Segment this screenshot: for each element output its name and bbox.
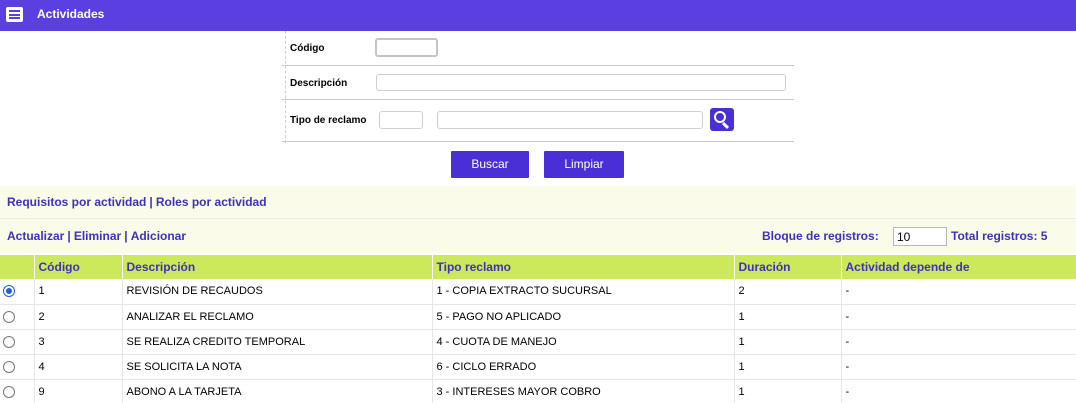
requisitos-link[interactable]: Requisitos por actividad (7, 195, 146, 209)
radio-button[interactable] (3, 310, 15, 323)
table-header-row: Código Descripción Tipo reclamo Duración… (0, 255, 1076, 279)
tipo-reclamo-row: Tipo de reclamo (282, 100, 794, 142)
row-select[interactable] (0, 304, 35, 330)
codigo-label: Código (290, 43, 325, 54)
table-row[interactable]: 4 SE SOLICITA LA NOTA 6 - CICLO ERRADO 1… (0, 354, 1076, 380)
cell-codigo: 3 (34, 329, 123, 355)
radio-button[interactable] (3, 285, 15, 298)
link-separator: | (149, 195, 153, 209)
cell-duracion: 1 (734, 379, 842, 403)
select-header (0, 255, 35, 279)
cell-duracion: 1 (734, 329, 842, 355)
row-select[interactable] (0, 354, 35, 380)
link-separator: | (124, 229, 128, 243)
search-handle (721, 121, 730, 130)
cell-descripcion: ANALIZAR EL RECLAMO (122, 304, 433, 330)
cell-depende: - (841, 354, 1076, 380)
cell-codigo: 4 (34, 354, 123, 380)
descripcion-input[interactable] (376, 74, 786, 91)
actividades-table: Código Descripción Tipo reclamo Duración… (0, 255, 1076, 403)
cell-tipo: 1 - COPIA EXTRACTO SUCURSAL (432, 279, 735, 305)
cell-tipo: 3 - INTERESES MAYOR COBRO (432, 379, 735, 403)
radio-button[interactable] (3, 385, 15, 398)
cell-duracion: 1 (734, 354, 842, 380)
table-row[interactable]: 2 ANALIZAR EL RECLAMO 5 - PAGO NO APLICA… (0, 304, 1076, 330)
cell-duracion: 1 (734, 304, 842, 330)
cell-tipo: 5 - PAGO NO APLICADO (432, 304, 735, 330)
adicionar-link[interactable]: Adicionar (131, 229, 186, 243)
form-icon (6, 7, 23, 22)
cell-codigo: 9 (34, 379, 123, 403)
cell-codigo: 2 (34, 304, 123, 330)
cell-codigo: 1 (34, 279, 123, 305)
cell-duracion: 2 (734, 279, 842, 305)
related-links: Requisitos por actividad | Roles por act… (7, 195, 267, 209)
header-depende[interactable]: Actividad depende de (841, 255, 1076, 279)
codigo-input[interactable] (375, 38, 438, 57)
search-icon[interactable] (710, 108, 734, 131)
header-tipo-reclamo[interactable]: Tipo reclamo (432, 255, 735, 279)
cell-descripcion: REVISIÓN DE RECAUDOS (122, 279, 433, 305)
page-title: Actividades (37, 7, 105, 21)
roles-link[interactable]: Roles por actividad (156, 195, 267, 209)
title-bar: Actividades (0, 0, 1076, 31)
cell-depende: - (841, 329, 1076, 355)
cell-depende: - (841, 304, 1076, 330)
actualizar-link[interactable]: Actualizar (7, 229, 64, 243)
row-select[interactable] (0, 379, 35, 403)
descripcion-row: Descripción (282, 66, 794, 100)
bloque-input[interactable] (893, 227, 947, 246)
total-registros: Total registros: 5 (951, 229, 1048, 243)
row-select[interactable] (0, 279, 35, 305)
cell-depende: - (841, 379, 1076, 403)
cell-tipo: 6 - CICLO ERRADO (432, 354, 735, 380)
descripcion-label: Descripción (290, 78, 348, 89)
radio-button[interactable] (3, 335, 15, 348)
cell-tipo: 4 - CUOTA DE MANEJO (432, 329, 735, 355)
table-row[interactable]: 9 ABONO A LA TARJETA 3 - INTERESES MAYOR… (0, 379, 1076, 403)
panel-divider (0, 218, 1076, 219)
link-separator: | (67, 229, 71, 243)
actions-panel: Requisitos por actividad | Roles por act… (0, 186, 1076, 253)
buscar-button[interactable]: Buscar (451, 151, 529, 178)
bloque-label: Bloque de registros: (762, 229, 879, 243)
table-row[interactable]: 3 SE REALIZA CREDITO TEMPORAL 4 - CUOTA … (0, 329, 1076, 355)
table-row[interactable]: 1 REVISIÓN DE RECAUDOS 1 - COPIA EXTRACT… (0, 279, 1076, 305)
filter-form: Código Descripción Tipo de reclamo (282, 31, 794, 143)
header-duracion[interactable]: Duración (734, 255, 842, 279)
cell-descripcion: ABONO A LA TARJETA (122, 379, 433, 403)
cell-depende: - (841, 279, 1076, 305)
cell-descripcion: SE SOLICITA LA NOTA (122, 354, 433, 380)
header-descripcion[interactable]: Descripción (122, 255, 433, 279)
codigo-row: Código (282, 31, 794, 66)
header-codigo[interactable]: Código (34, 255, 123, 279)
row-select[interactable] (0, 329, 35, 355)
limpiar-button[interactable]: Limpiar (544, 151, 624, 178)
eliminar-link[interactable]: Eliminar (74, 229, 121, 243)
cell-descripcion: SE REALIZA CREDITO TEMPORAL (122, 329, 433, 355)
tipo-reclamo-description-input[interactable] (437, 111, 703, 129)
action-links: Actualizar | Eliminar | Adicionar (7, 229, 186, 243)
tipo-reclamo-code-input[interactable] (379, 111, 423, 129)
tipo-reclamo-label: Tipo de reclamo (290, 115, 367, 126)
radio-button[interactable] (3, 360, 15, 373)
